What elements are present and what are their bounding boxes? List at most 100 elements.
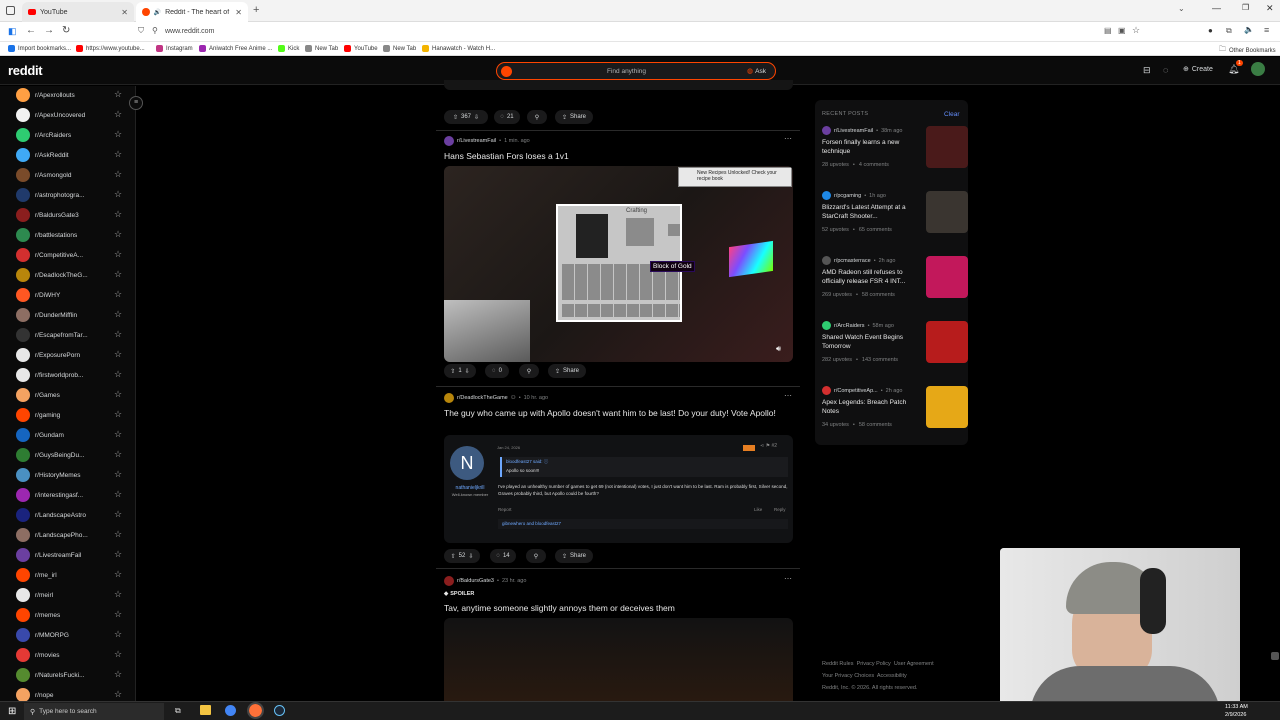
ask-button[interactable]: ◍ Ask bbox=[747, 67, 766, 76]
taskbar-search-input[interactable]: Type here to search bbox=[39, 708, 96, 715]
avatar[interactable] bbox=[1251, 62, 1265, 76]
award-button[interactable]: ⚲ bbox=[526, 549, 546, 563]
window-close-button[interactable]: ✕ bbox=[1266, 3, 1274, 14]
sidebar-item[interactable]: r/LivestreamFail ☆ bbox=[16, 547, 122, 563]
volume-icon[interactable]: 🔈 bbox=[1244, 25, 1254, 34]
vote-pill[interactable]: ⇧ 52 ⇩ bbox=[444, 549, 480, 563]
footer-link[interactable]: Accessibility bbox=[877, 673, 907, 679]
steam-icon[interactable] bbox=[274, 705, 285, 716]
comments-button[interactable]: ◌ 0 bbox=[485, 364, 509, 378]
favorite-star-icon[interactable]: ☆ bbox=[114, 130, 123, 139]
sidebar-item[interactable]: r/gaming ☆ bbox=[16, 407, 122, 423]
sidebar-item[interactable]: r/battlestations ☆ bbox=[16, 227, 122, 243]
favorite-star-icon[interactable]: ☆ bbox=[114, 310, 123, 319]
search-bar[interactable]: Find anything ◍ Ask bbox=[496, 62, 776, 80]
bookmark-item[interactable]: New Tab bbox=[383, 45, 416, 52]
post-card[interactable]: r/DeadlockTheGame ⚇ • 10 hr. ago ⋯ The g… bbox=[444, 391, 793, 567]
favorite-star-icon[interactable]: ☆ bbox=[114, 690, 123, 699]
sidebar-item[interactable]: r/HistoryMemes ☆ bbox=[16, 467, 122, 483]
chrome-icon[interactable] bbox=[225, 705, 236, 716]
recent-thumbnail[interactable] bbox=[926, 126, 968, 168]
bookmark-star-icon[interactable]: ☆ bbox=[1132, 25, 1140, 36]
sidebar-item[interactable]: r/CompetitiveA... ☆ bbox=[16, 247, 122, 263]
search-input[interactable]: Find anything bbox=[607, 68, 646, 75]
sidebar-item[interactable]: r/interestingasf... ☆ bbox=[16, 487, 122, 503]
scrollbar-thumb[interactable] bbox=[1271, 652, 1279, 660]
forward-icon[interactable]: → bbox=[44, 25, 54, 36]
bookmark-item[interactable]: Aniwatch Free Anime ... bbox=[199, 45, 272, 52]
favorite-star-icon[interactable]: ☆ bbox=[114, 290, 123, 299]
mute-icon[interactable]: 🔊︎ bbox=[776, 344, 781, 354]
recent-thumbnail[interactable] bbox=[926, 191, 968, 233]
sidebar-item[interactable]: r/DiWHY ☆ bbox=[16, 287, 122, 303]
bookmark-item[interactable]: Instagram bbox=[156, 45, 193, 52]
tab-reddit[interactable]: 🔊 Reddit - The heart of the int ✕ bbox=[136, 2, 248, 22]
subreddit-name[interactable]: r/DeadlockTheGame bbox=[457, 395, 508, 401]
recent-title[interactable]: Shared Watch Event Begins Tomorrow bbox=[822, 333, 917, 351]
windows-start-icon[interactable]: ⊞ bbox=[8, 706, 16, 717]
sidebar-item[interactable]: r/Games ☆ bbox=[16, 387, 122, 403]
recent-subreddit[interactable]: r/ArcRaiders bbox=[834, 323, 865, 329]
taskbar-search[interactable]: ⚲ Type here to search bbox=[24, 703, 164, 720]
other-bookmarks[interactable]: 🗀 Other Bookmarks bbox=[1219, 45, 1276, 56]
recent-title[interactable]: Blizzard's Latest Attempt at a StarCraft… bbox=[822, 203, 917, 221]
sidebar-item[interactable]: r/nope ☆ bbox=[16, 687, 122, 702]
favorite-star-icon[interactable]: ☆ bbox=[114, 590, 123, 599]
post-title[interactable]: Hans Sebastian Fors loses a 1v1 bbox=[444, 150, 569, 162]
recent-thumbnail[interactable] bbox=[926, 256, 968, 298]
sidebar-item[interactable]: r/AskReddit ☆ bbox=[16, 147, 122, 163]
bookmark-item[interactable]: YouTube bbox=[344, 45, 378, 52]
puzzle-icon[interactable]: ⧉ bbox=[1226, 26, 1232, 36]
bookmark-item[interactable]: Kick bbox=[278, 45, 299, 52]
recent-thumbnail[interactable] bbox=[926, 386, 968, 428]
favorite-star-icon[interactable]: ☆ bbox=[114, 610, 123, 619]
favorite-star-icon[interactable]: ☆ bbox=[114, 490, 123, 499]
shield-icon[interactable]: ⛉ bbox=[138, 26, 144, 36]
favorite-star-icon[interactable]: ☆ bbox=[114, 170, 123, 179]
recent-title[interactable]: AMD Radeon still refuses to officially r… bbox=[822, 268, 917, 286]
reload-icon[interactable]: ↻ bbox=[62, 25, 70, 36]
favorite-star-icon[interactable]: ☆ bbox=[114, 90, 123, 99]
recent-thumbnail[interactable] bbox=[926, 321, 968, 363]
sidebar-toggle-icon[interactable]: ◧ bbox=[8, 26, 17, 37]
reddit-logo[interactable]: reddit bbox=[8, 63, 43, 78]
favorite-star-icon[interactable]: ☆ bbox=[114, 430, 123, 439]
comments-button[interactable]: ◌ 14 bbox=[490, 549, 516, 563]
tab-youtube[interactable]: YouTube ✕ bbox=[22, 2, 134, 22]
upvote-icon[interactable]: ⇧ bbox=[450, 368, 455, 375]
subreddit-name[interactable]: r/LivestreamFail bbox=[457, 138, 496, 144]
overflow-menu-icon[interactable]: ⋯ bbox=[784, 391, 792, 400]
bookmark-item[interactable]: Import bookmarks... bbox=[8, 45, 71, 52]
favorite-star-icon[interactable]: ☆ bbox=[114, 670, 123, 679]
minimize-button[interactable]: — bbox=[1212, 3, 1221, 13]
favorite-star-icon[interactable]: ☆ bbox=[114, 350, 123, 359]
subreddit-name[interactable]: r/BaldursGate3 bbox=[457, 578, 494, 584]
favorite-star-icon[interactable]: ☆ bbox=[114, 330, 123, 339]
recent-title[interactable]: Forsen finally learns a new technique bbox=[822, 138, 917, 156]
vote-pill[interactable]: ⇧ 1 ⇩ bbox=[444, 364, 476, 378]
forum-screenshot[interactable]: N nathanieljkrill Well-known member Jan … bbox=[444, 435, 793, 543]
favorite-star-icon[interactable]: ☆ bbox=[114, 470, 123, 479]
favorite-star-icon[interactable]: ☆ bbox=[114, 570, 123, 579]
footer-link[interactable]: Privacy Policy bbox=[857, 661, 891, 667]
favorite-star-icon[interactable]: ☆ bbox=[114, 550, 123, 559]
recent-post[interactable]: r/pcmasterrace • 2h ago AMD Radeon still re… bbox=[822, 256, 968, 298]
favorite-star-icon[interactable]: ☆ bbox=[114, 410, 123, 419]
recent-post[interactable]: r/pcgaming • 1h ago Blizzard's Latest Attem… bbox=[822, 191, 968, 233]
sidebar-item[interactable]: r/GuysBeingDu... ☆ bbox=[16, 447, 122, 463]
favorite-star-icon[interactable]: ☆ bbox=[114, 250, 123, 259]
favorite-star-icon[interactable]: ☆ bbox=[114, 370, 123, 379]
maximize-button[interactable]: ❐ bbox=[1242, 3, 1249, 12]
collapse-sidebar-icon[interactable]: ≡ bbox=[129, 96, 143, 110]
new-tab-button[interactable]: + bbox=[253, 4, 259, 16]
sidebar-item[interactable]: r/ArcRaiders ☆ bbox=[16, 127, 122, 143]
favorite-star-icon[interactable]: ☆ bbox=[114, 530, 123, 539]
tab-overflow-icon[interactable]: ⌄ bbox=[1178, 4, 1185, 13]
sidebar-item[interactable]: r/DunderMifflin ☆ bbox=[16, 307, 122, 323]
post-card[interactable]: r/BaldursGate3 • 23 hr. ago ⋯ ◆ SPOILER T… bbox=[444, 574, 793, 708]
share-button[interactable]: ⇪ Share bbox=[548, 364, 586, 378]
sidebar-item[interactable]: r/LandscapeAstro ☆ bbox=[16, 507, 122, 523]
task-view-icon[interactable]: ⧉ bbox=[175, 706, 181, 716]
sidebar-item[interactable]: r/Asmongold ☆ bbox=[16, 167, 122, 183]
sidebar-item[interactable]: r/NatureIsFucki... ☆ bbox=[16, 667, 122, 683]
